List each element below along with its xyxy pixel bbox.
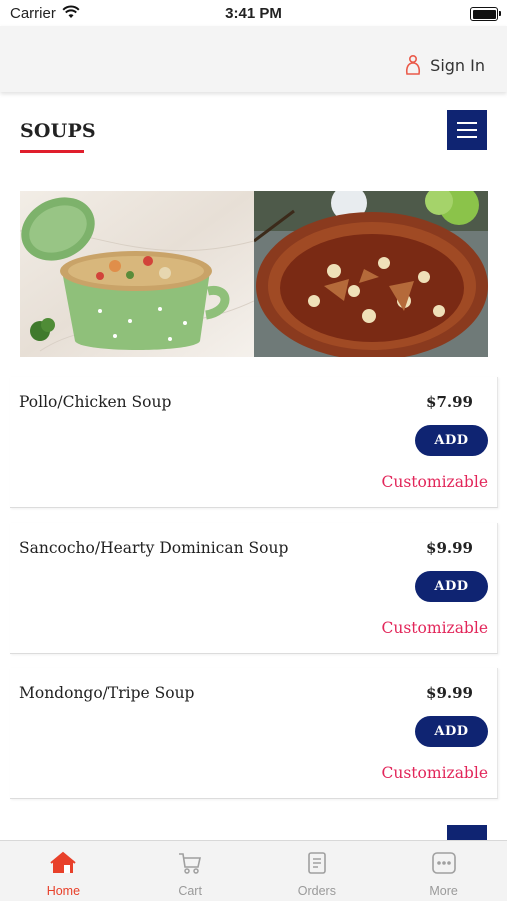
item-name: Sancocho/Hearty Dominican Soup — [19, 539, 289, 557]
customizable-label: Customizable — [381, 619, 488, 637]
sign-in-button[interactable]: Sign In — [404, 54, 485, 76]
cart-icon — [177, 851, 203, 880]
menu-item: Mondongo/Tripe Soup $9.99 ADD Customizab… — [10, 668, 498, 799]
orders-icon — [304, 851, 330, 880]
chicken-soup-image — [20, 191, 254, 357]
add-button[interactable]: ADD — [415, 425, 488, 456]
sign-in-label: Sign In — [430, 55, 485, 75]
status-bar: Carrier 3:41 PM — [0, 0, 507, 26]
item-name: Mondongo/Tripe Soup — [19, 684, 195, 702]
tab-label: More — [429, 884, 458, 898]
more-icon — [431, 851, 457, 880]
tab-orders[interactable]: Orders — [254, 841, 381, 901]
status-time: 3:41 PM — [225, 5, 282, 22]
add-button[interactable]: ADD — [415, 716, 488, 747]
home-icon — [50, 851, 77, 880]
tab-label: Cart — [178, 884, 202, 898]
tab-label: Orders — [297, 884, 336, 898]
menu-item: Sancocho/Hearty Dominican Soup $9.99 ADD… — [10, 523, 498, 654]
item-price: $9.99 — [426, 539, 473, 557]
tab-label: Home — [46, 884, 81, 898]
customizable-label: Customizable — [381, 473, 488, 491]
menu-item: Pollo/Chicken Soup $7.99 ADD Customizabl… — [10, 377, 498, 508]
tab-home[interactable]: Home — [0, 841, 127, 901]
tripe-soup-image — [254, 191, 488, 357]
battery-icon — [470, 7, 501, 21]
category-banner — [20, 191, 488, 357]
title-underline — [20, 150, 84, 153]
section-title: SOUPS — [20, 120, 96, 142]
user-icon — [404, 54, 422, 76]
app-header: Sign In — [0, 26, 507, 92]
item-price: $9.99 — [426, 684, 473, 702]
customizable-label: Customizable — [381, 764, 488, 782]
tab-bar: Home Cart Orders More — [0, 840, 507, 901]
add-button[interactable]: ADD — [415, 571, 488, 602]
tab-more[interactable]: More — [380, 841, 507, 901]
item-price: $7.99 — [426, 393, 473, 411]
menu-button[interactable] — [447, 110, 487, 150]
item-name: Pollo/Chicken Soup — [19, 393, 172, 411]
tab-cart[interactable]: Cart — [127, 841, 254, 901]
